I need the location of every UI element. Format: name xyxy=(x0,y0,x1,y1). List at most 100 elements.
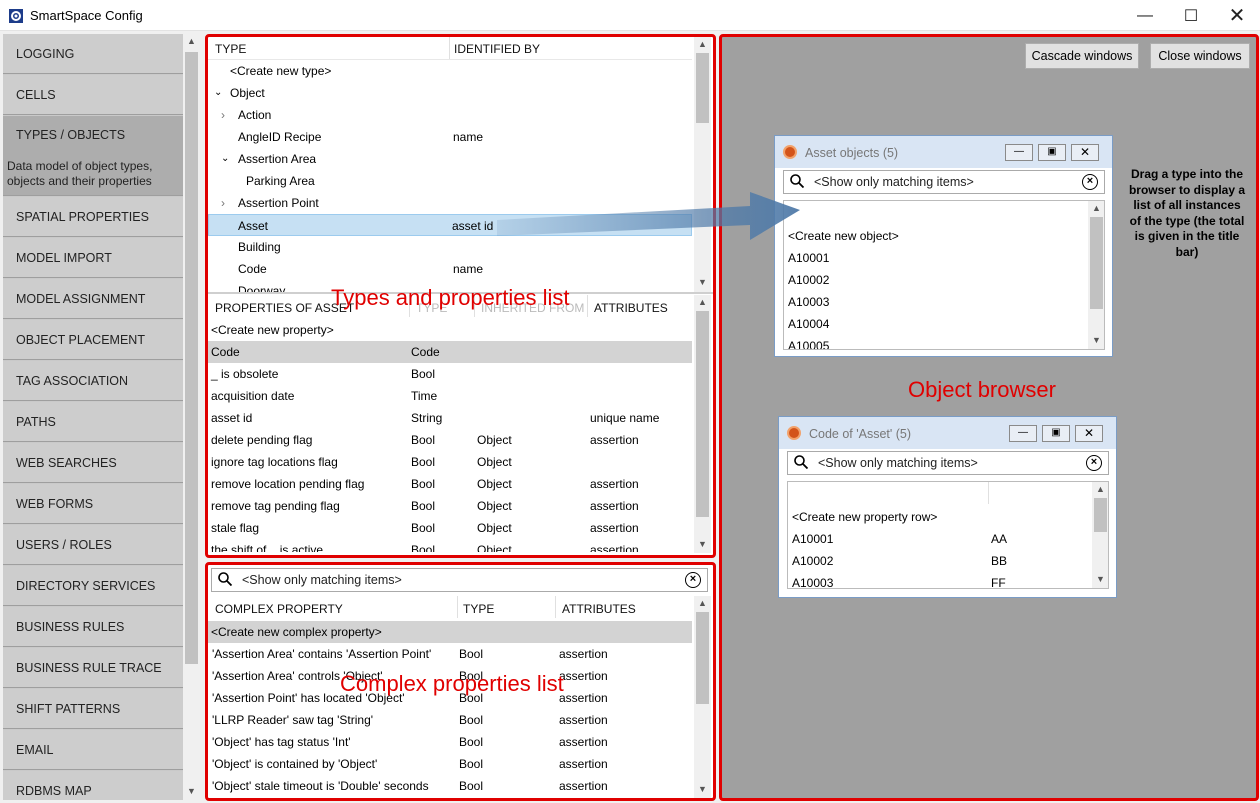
restore-icon[interactable]: ▣ xyxy=(1042,425,1070,442)
scroll-up-icon[interactable]: ▲ xyxy=(694,297,711,307)
scroll-down-icon[interactable]: ▼ xyxy=(694,277,711,287)
type-row[interactable]: › Action xyxy=(208,104,692,126)
chevron-down-icon[interactable]: ⌄ xyxy=(214,82,222,104)
complex-scrollbar[interactable]: ▲ ▼ xyxy=(694,596,711,798)
sidebar-item-rdbms-map[interactable]: RDBMS MAP xyxy=(3,771,183,800)
subwindow-titlebar[interactable]: Code of 'Asset' (5) — ▣ ✕ xyxy=(779,417,1116,449)
types-scrollbar[interactable]: ▲ ▼ xyxy=(694,37,711,292)
complex-col-type[interactable]: TYPE xyxy=(463,602,494,616)
scrollbar-thumb[interactable] xyxy=(696,311,709,517)
scroll-down-icon[interactable]: ▼ xyxy=(1092,574,1108,584)
asset-search[interactable]: <Show only matching items> × xyxy=(783,170,1105,194)
sidebar-item-spatial-properties[interactable]: SPATIAL PROPERTIES xyxy=(3,197,183,237)
property-row[interactable]: remove location pending flag Bool Object as… xyxy=(208,473,692,495)
property-row[interactable]: the shift of _ is active Bool Object assert… xyxy=(208,539,692,552)
type-row[interactable]: ⌄ Object xyxy=(208,82,692,104)
object-row[interactable]: A10004 xyxy=(788,313,829,335)
sidebar-item-business-rules[interactable]: BUSINESS RULES xyxy=(3,607,183,647)
props-col-attributes[interactable]: ATTRIBUTES xyxy=(594,301,668,315)
sidebar-item-business-rule-trace[interactable]: BUSINESS RULE TRACE xyxy=(3,648,183,688)
complex-col-attributes[interactable]: ATTRIBUTES xyxy=(562,602,636,616)
types-col-identified-by[interactable]: IDENTIFIED BY xyxy=(454,42,540,56)
complex-row[interactable]: 'Object' stale timeout is 'Double' secon… xyxy=(208,775,692,797)
sidebar-item-email[interactable]: EMAIL xyxy=(3,730,183,770)
object-row[interactable]: A10005 xyxy=(788,335,829,349)
sidebar-item-shift-patterns[interactable]: SHIFT PATTERNS xyxy=(3,689,183,729)
property-row[interactable]: A10002 BB xyxy=(792,550,1082,572)
sidebar-item-types-objects[interactable]: TYPES / OBJECTS Data model of object type… xyxy=(3,116,183,196)
property-row-highlighted[interactable]: Code Code xyxy=(208,341,692,363)
property-row[interactable]: A10003 FF xyxy=(792,572,1082,588)
property-row[interactable]: acquisition date Time xyxy=(208,385,692,407)
scroll-down-icon[interactable]: ▼ xyxy=(1088,335,1104,345)
scroll-up-icon[interactable]: ▲ xyxy=(1092,484,1108,494)
sidebar-item-web-forms[interactable]: WEB FORMS xyxy=(3,484,183,524)
clear-search-icon[interactable]: × xyxy=(1082,174,1098,190)
type-row[interactable]: Code name xyxy=(208,258,692,280)
cascade-windows-button[interactable]: Cascade windows xyxy=(1025,43,1139,69)
chevron-down-icon[interactable]: ⌄ xyxy=(221,148,229,170)
chevron-right-icon[interactable]: › xyxy=(221,192,225,214)
close-windows-button[interactable]: Close windows xyxy=(1150,43,1250,69)
subwindow-titlebar[interactable]: Asset objects (5) — ▣ ✕ xyxy=(775,136,1112,168)
complex-row-highlighted[interactable]: <Create new complex property> xyxy=(208,621,692,643)
property-row[interactable]: _ is obsolete Bool xyxy=(208,363,692,385)
complex-search[interactable]: <Show only matching items> × xyxy=(211,568,708,592)
sidebar-item-paths[interactable]: PATHS xyxy=(3,402,183,442)
minimize-icon[interactable]: — xyxy=(1005,144,1033,161)
chevron-right-icon[interactable]: › xyxy=(221,104,225,126)
scroll-down-icon[interactable]: ▼ xyxy=(694,784,711,794)
sidebar-item-users-roles[interactable]: USERS / ROLES xyxy=(3,525,183,565)
scroll-down-icon[interactable]: ▼ xyxy=(183,786,200,796)
clear-search-icon[interactable]: × xyxy=(685,572,701,588)
code-search[interactable]: <Show only matching items> × xyxy=(787,451,1109,475)
minimize-icon[interactable]: — xyxy=(1122,0,1168,31)
close-icon[interactable]: ✕ xyxy=(1071,144,1099,161)
sidebar-item-object-placement[interactable]: OBJECT PLACEMENT xyxy=(3,320,183,360)
object-row[interactable]: A10001 xyxy=(788,247,829,269)
complex-row[interactable]: 'Object' is contained by 'Object' Bool ass… xyxy=(208,753,692,775)
sidebar-item-tag-association[interactable]: TAG ASSOCIATION xyxy=(3,361,183,401)
sidebar-scrollbar[interactable]: ▲ ▼ xyxy=(183,34,200,800)
complex-row[interactable]: 'Object' has tag status 'Int' Bool asserti… xyxy=(208,731,692,753)
sidebar-item-logging[interactable]: LOGGING xyxy=(3,34,183,74)
maximize-icon[interactable]: ☐ xyxy=(1168,0,1214,31)
minimize-icon[interactable]: — xyxy=(1009,425,1037,442)
type-row[interactable]: AngleID Recipe name xyxy=(208,126,692,148)
types-col-type[interactable]: TYPE xyxy=(215,42,246,56)
code-list-scrollbar[interactable]: ▲ ▼ xyxy=(1092,482,1108,588)
property-row[interactable]: ignore tag locations flag Bool Object xyxy=(208,451,692,473)
property-row[interactable]: <Create new property row> xyxy=(792,506,1082,528)
object-row[interactable]: A10003 xyxy=(788,291,829,313)
scroll-up-icon[interactable]: ▲ xyxy=(1088,203,1104,213)
close-icon[interactable]: ✕ xyxy=(1075,425,1103,442)
scrollbar-thumb[interactable] xyxy=(1090,217,1103,309)
complex-col-property[interactable]: COMPLEX PROPERTY xyxy=(215,602,343,616)
sidebar-item-model-assignment[interactable]: MODEL ASSIGNMENT xyxy=(3,279,183,319)
property-row[interactable]: delete pending flag Bool Object assertion xyxy=(208,429,692,451)
clear-search-icon[interactable]: × xyxy=(1086,455,1102,471)
close-icon[interactable]: ✕ xyxy=(1214,0,1260,31)
sidebar-item-model-import[interactable]: MODEL IMPORT xyxy=(3,238,183,278)
scroll-down-icon[interactable]: ▼ xyxy=(694,539,711,549)
scroll-up-icon[interactable]: ▲ xyxy=(694,598,711,608)
scrollbar-thumb[interactable] xyxy=(696,53,709,123)
restore-icon[interactable]: ▣ xyxy=(1038,144,1066,161)
scrollbar-thumb[interactable] xyxy=(1094,498,1107,532)
sidebar-item-web-searches[interactable]: WEB SEARCHES xyxy=(3,443,183,483)
property-row[interactable]: remove tag pending flag Bool Object asserti… xyxy=(208,495,692,517)
sidebar-item-cells[interactable]: CELLS xyxy=(3,75,183,115)
asset-objects-window[interactable]: Asset objects (5) — ▣ ✕ <Show only match… xyxy=(774,135,1113,357)
property-row[interactable]: asset id String unique name xyxy=(208,407,692,429)
property-row[interactable]: A10001 AA xyxy=(792,528,1082,550)
asset-list-scrollbar[interactable]: ▲ ▼ xyxy=(1088,201,1104,349)
scroll-up-icon[interactable]: ▲ xyxy=(183,36,200,46)
object-row[interactable]: A10002 xyxy=(788,269,829,291)
code-of-asset-window[interactable]: Code of 'Asset' (5) — ▣ ✕ <Show only mat… xyxy=(778,416,1117,598)
scroll-up-icon[interactable]: ▲ xyxy=(694,39,711,49)
complex-row[interactable]: 'Assertion Area' contains 'Assertion Poi… xyxy=(208,643,692,665)
sidebar-item-directory-services[interactable]: DIRECTORY SERVICES xyxy=(3,566,183,606)
property-row[interactable]: stale flag Bool Object assertion xyxy=(208,517,692,539)
scrollbar-thumb[interactable] xyxy=(696,612,709,704)
complex-row[interactable]: 'LLRP Reader' saw tag 'String' Bool assert… xyxy=(208,709,692,731)
